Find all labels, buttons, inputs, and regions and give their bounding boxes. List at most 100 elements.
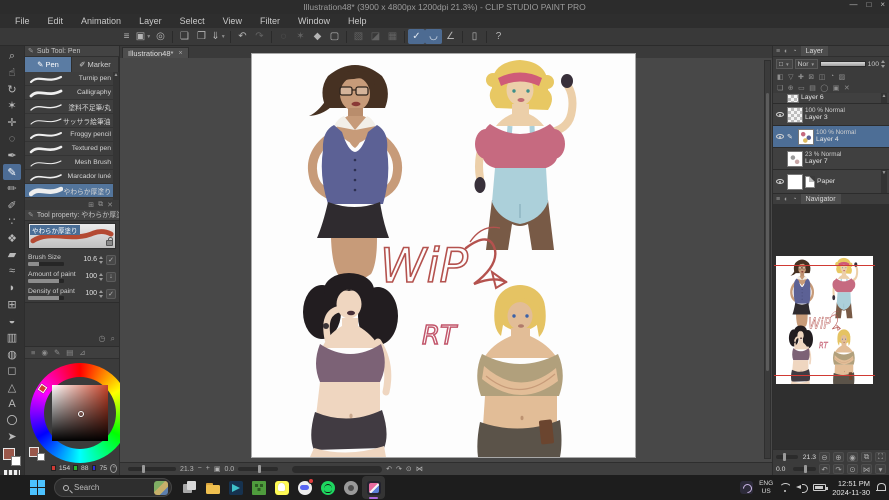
color-wheel-icon[interactable]: ◉ [41,348,48,357]
blend-mode-dropdown[interactable]: Nor ▼ [794,59,818,69]
layer-thumbnail[interactable] [787,150,803,167]
layer-filter-dropdown[interactable]: □ ▼ [776,59,793,69]
minimize-button[interactable]: — [849,0,857,9]
navigator-rotation-slider[interactable] [792,465,816,473]
layer-menu-icon[interactable]: ≡ [776,48,780,55]
menu-file[interactable]: File [6,16,39,26]
sv-marker[interactable] [78,411,84,417]
pencil-tool[interactable]: ✏ [3,180,21,197]
liquify-tool[interactable]: ◗ [3,280,21,297]
nav-more-icon[interactable]: ▾ [875,464,886,474]
property-slider[interactable] [28,261,64,266]
file-explorer-button[interactable] [201,476,224,499]
canvas-tab-close-icon[interactable]: × [178,50,182,57]
nav-zoom-out-icon[interactable]: ⊖ [819,452,830,462]
nav-100-icon[interactable]: ⧉ [861,452,872,462]
layer-row[interactable]: ✎ 100 % Normal Layer 4 [773,126,889,148]
media-app-button[interactable] [339,476,362,499]
tab-layer[interactable]: Layer [800,46,829,56]
save-file-icon[interactable]: ⇓ ▼ [210,29,227,44]
main-menu-icon[interactable]: ≡ [118,29,135,44]
layer-action-icon-1-0[interactable]: ◧ [777,73,784,81]
layer-action-icon-1-4[interactable]: ◫ [819,73,826,81]
minecraft-app-button[interactable] [247,476,270,499]
nav-zoom-in-icon[interactable]: ⊕ [833,452,844,462]
register-material-icon[interactable]: ◎ [152,29,169,44]
brush-item[interactable]: Marcador luné [25,170,119,184]
eraser-tool[interactable]: ▰ [3,247,21,264]
opacity-spinner[interactable] [881,59,886,69]
menu-window[interactable]: Window [289,16,339,26]
rotate-left-icon[interactable]: ↶ [386,465,392,473]
figure-tool[interactable]: ◻ [3,362,21,379]
navigator-view[interactable]: WiP RT [773,205,889,449]
brush-item[interactable]: 塗料不足筆/丸 [25,100,119,114]
story-tool[interactable]: 〇 [3,412,21,429]
layer-row[interactable]: Layer 6 ▲ [773,93,889,104]
canvas-horizontal-scrollbar[interactable] [292,465,383,473]
clock-icon[interactable]: ◷ [99,334,106,344]
close-button[interactable]: × [880,0,885,9]
zoom-in-icon[interactable]: + [206,465,210,473]
layer-scroll-up[interactable]: ▲ [881,93,887,103]
decoration-tool[interactable]: ❖ [3,230,21,247]
layer-thumbnail[interactable] [798,128,814,145]
hand-tool[interactable]: ☝ [3,65,21,82]
clock[interactable]: 12:51 PM 2024-11-30 [832,479,870,497]
menu-help[interactable]: Help [339,16,376,26]
menu-layer[interactable]: Layer [130,16,171,26]
rotate-canvas-tool[interactable]: ↻ [3,81,21,98]
background-color-swatch[interactable] [11,456,21,467]
menu-view[interactable]: View [214,16,251,26]
obs-tray-icon[interactable] [740,481,754,494]
fill-tool[interactable]: ◒ [3,313,21,330]
nav-tab3-icon[interactable]: ◔ [792,196,796,203]
color-menu-icon[interactable]: ≡ [31,348,35,357]
volume-icon[interactable] [796,483,809,493]
color-mixer-icon[interactable]: ◔ [110,463,117,473]
property-toggle-button[interactable]: ✓ [106,254,116,265]
search-small-icon[interactable]: ⌕ [111,334,115,344]
search-highlight-thumbnail[interactable] [154,480,168,495]
color-set-icon[interactable]: ▤ [66,348,73,357]
property-spinner[interactable] [99,255,104,265]
tool-switch-icon[interactable]: ▣ ▼ [135,29,152,44]
brush-item[interactable]: Calligraphy [25,86,119,100]
help-icon[interactable]: ? [490,29,507,44]
selection-border-icon[interactable]: ▢ [326,29,343,44]
auto-select-tool[interactable]: ✶ [3,98,21,115]
lasso-tool[interactable]: ◌ [3,131,21,148]
undo-icon[interactable]: ↶ [234,29,251,44]
layer-action-icon-1-5[interactable]: ◔ [830,73,834,80]
navigator-thumbnail[interactable]: WiP RT [774,256,875,384]
brush-preview[interactable]: やわらか厚塗り [28,223,116,249]
layer-action-icon-2-0[interactable]: ❏ [777,84,783,92]
navigator-zoom-slider[interactable] [776,453,799,461]
nav-reset-icon[interactable]: ⊙ [847,464,858,474]
property-slider[interactable] [28,278,64,283]
brush-list-scrollbar[interactable]: ▲ [113,72,119,200]
menu-filter[interactable]: Filter [251,16,289,26]
brush-item[interactable]: Froggy pencil [25,128,119,142]
search-box[interactable]: Search [54,478,172,497]
background-color-swatch[interactable] [37,453,45,461]
layer-action-icon-2-3[interactable]: ▤ [809,84,816,92]
layer-action-icon-2-5[interactable]: ▣ [833,84,840,92]
drawing-canvas[interactable]: WiP RT [251,53,636,458]
nav-menu-icon[interactable]: ≡ [776,196,780,203]
layer-thumbnail[interactable] [787,106,803,123]
nav-tab2-icon[interactable]: ◐ [784,196,788,203]
brush-tool[interactable]: ✐ [3,197,21,214]
layer-action-icon-1-3[interactable]: ⊠ [808,73,814,81]
blend-tool[interactable]: ≈ [3,263,21,280]
add-subtool-icon[interactable]: ⊞ [88,201,94,209]
spotify-app-button[interactable] [316,476,339,499]
layer-thumbnail[interactable] [787,93,799,103]
layer-action-icon-2-6[interactable]: ✕ [844,84,850,92]
layer-thumbnail[interactable] [787,173,803,190]
layer-row[interactable]: 23 % Normal Layer 7 [773,148,889,170]
nav-rotate-right-icon[interactable]: ↷ [833,464,844,474]
layer-action-icon-2-4[interactable]: ◯ [820,84,828,92]
balloon-tool[interactable]: ◍ [3,346,21,363]
layer-scroll-down[interactable]: ▼ [881,170,887,193]
